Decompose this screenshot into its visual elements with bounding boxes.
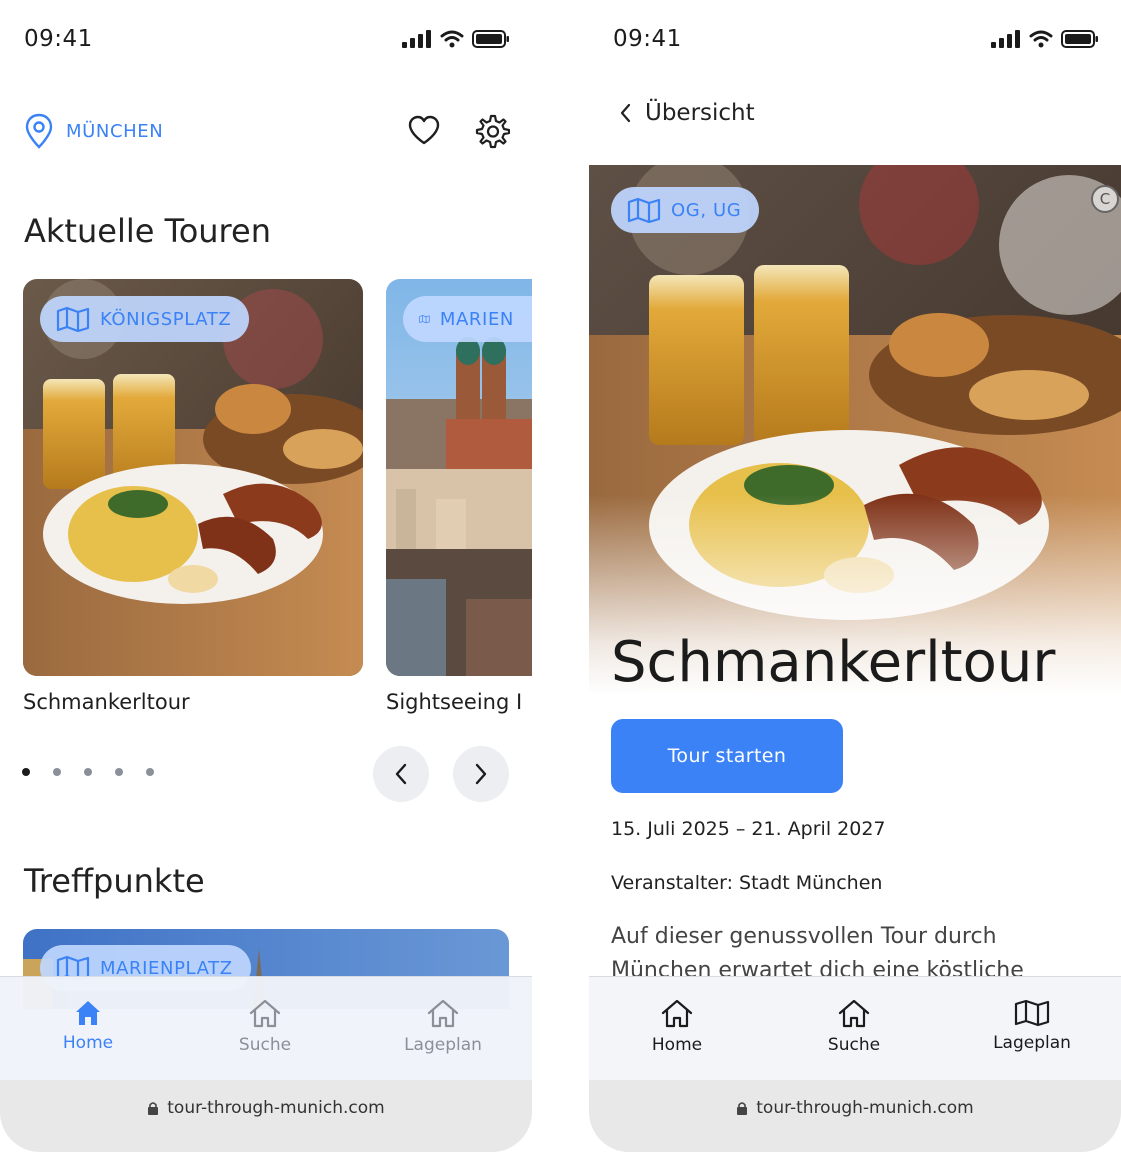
tour-organizer: Veranstalter: Stadt München bbox=[611, 872, 883, 894]
browser-url-bar[interactable]: tour-through-munich.com bbox=[0, 1080, 532, 1152]
tab-map[interactable]: Lageplan bbox=[972, 999, 1092, 1053]
tour-tag: KÖNIGSPLATZ bbox=[40, 296, 250, 342]
tour-tag-label: MARIEN bbox=[439, 308, 514, 330]
tour-dates: 15. Juli 2025 – 21. April 2027 bbox=[611, 818, 886, 840]
carousel-next-button[interactable] bbox=[453, 746, 509, 802]
section-title-meeting-points: Treffpunkte bbox=[24, 862, 205, 900]
pagination-dot[interactable] bbox=[146, 768, 154, 776]
tab-label: Lageplan bbox=[993, 1033, 1071, 1053]
location-selector[interactable]: MÜNCHEN bbox=[24, 113, 163, 149]
status-bar: 09:41 bbox=[0, 0, 532, 80]
chevron-right-icon bbox=[475, 763, 487, 785]
back-label: Übersicht bbox=[645, 100, 755, 126]
bottom-tab-bar: Home Suche Lageplan bbox=[589, 976, 1121, 1080]
copyright-icon[interactable]: C bbox=[1091, 185, 1119, 213]
tab-home[interactable]: Home bbox=[28, 999, 148, 1053]
gear-icon[interactable] bbox=[474, 113, 510, 149]
browser-url-bar[interactable]: tour-through-munich.com bbox=[589, 1080, 1121, 1152]
home-icon bbox=[76, 1001, 100, 1025]
url-text: tour-through-munich.com bbox=[756, 1098, 974, 1118]
tour-tag: OG, UG bbox=[611, 187, 760, 233]
status-time: 09:41 bbox=[24, 26, 93, 52]
wifi-icon bbox=[1029, 30, 1053, 48]
hero-image bbox=[589, 165, 1121, 695]
section-title-tours: Aktuelle Touren bbox=[24, 212, 271, 250]
home-icon bbox=[427, 999, 459, 1028]
tour-detail-screen: 09:41 Übersicht OG, UG C Schmankerltour … bbox=[589, 0, 1121, 1152]
home-icon bbox=[838, 999, 870, 1028]
pagination-dot[interactable] bbox=[84, 768, 92, 776]
status-time: 09:41 bbox=[613, 26, 682, 52]
carousel-prev-button[interactable] bbox=[373, 746, 429, 802]
chevron-left-icon bbox=[620, 103, 631, 123]
carousel-pagination bbox=[22, 768, 154, 776]
tab-label: Suche bbox=[238, 1035, 292, 1055]
lock-icon bbox=[148, 1102, 159, 1115]
tab-label: Lageplan bbox=[404, 1035, 482, 1055]
tour-card-title[interactable]: Sightseeing I bbox=[386, 690, 532, 714]
pagination-dot[interactable] bbox=[22, 768, 30, 776]
tab-label: Suche bbox=[827, 1035, 881, 1055]
home-icon bbox=[249, 999, 281, 1028]
start-tour-button[interactable]: Tour starten bbox=[611, 719, 843, 793]
tour-tag-label: OG, UG bbox=[671, 199, 742, 221]
tour-description: Auf dieser genussvollen Tour durch Münch… bbox=[611, 924, 1024, 976]
map-icon bbox=[56, 306, 90, 332]
map-icon bbox=[627, 197, 661, 223]
status-bar: 09:41 bbox=[589, 0, 1121, 80]
status-icons bbox=[402, 30, 510, 48]
map-icon bbox=[419, 315, 430, 324]
copyright-symbol: C bbox=[1099, 190, 1111, 208]
map-icon bbox=[1014, 999, 1050, 1027]
tour-tag-label: KÖNIGSPLATZ bbox=[100, 308, 232, 330]
location-pin-icon bbox=[25, 113, 53, 149]
tour-tag: MARIEN bbox=[403, 296, 532, 342]
tab-search[interactable]: Suche bbox=[794, 999, 914, 1055]
tab-search[interactable]: Suche bbox=[205, 999, 325, 1055]
pagination-dot[interactable] bbox=[115, 768, 123, 776]
url-text: tour-through-munich.com bbox=[167, 1098, 385, 1118]
signal-icon bbox=[991, 30, 1020, 48]
tab-label: Home bbox=[62, 1033, 114, 1053]
pagination-dot[interactable] bbox=[53, 768, 61, 776]
chevron-left-icon bbox=[395, 763, 407, 785]
signal-icon bbox=[402, 30, 431, 48]
tab-home[interactable]: Home bbox=[617, 999, 737, 1055]
tab-label: Home bbox=[651, 1035, 703, 1055]
back-button[interactable]: Übersicht bbox=[619, 100, 755, 126]
home-icon bbox=[661, 999, 693, 1028]
heart-icon[interactable] bbox=[407, 114, 441, 146]
home-screen: 09:41 MÜNCHEN Aktuelle Touren KÖNIGSPLAT… bbox=[0, 0, 532, 1152]
tour-card-title[interactable]: Schmankerltour bbox=[23, 690, 190, 714]
wifi-icon bbox=[440, 30, 464, 48]
battery-icon bbox=[472, 30, 509, 48]
location-label: MÜNCHEN bbox=[66, 120, 164, 142]
bottom-tab-bar: Home Suche Lageplan bbox=[0, 976, 532, 1080]
battery-icon bbox=[1061, 30, 1098, 48]
tour-title: Schmankerltour bbox=[611, 630, 1056, 695]
status-icons bbox=[991, 30, 1099, 48]
tab-map[interactable]: Lageplan bbox=[383, 999, 503, 1055]
lock-icon bbox=[737, 1102, 748, 1115]
